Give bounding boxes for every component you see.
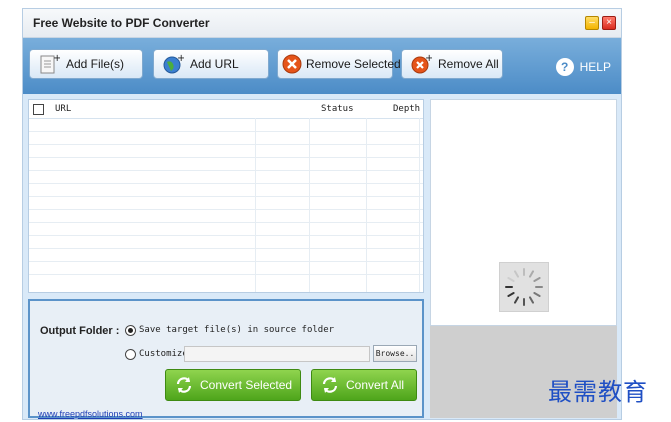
grid-line: [29, 183, 423, 184]
save-in-source-label: Save target file(s) in source folder: [139, 325, 335, 335]
grid-line: [29, 235, 423, 236]
loading-spinner-icon: [499, 262, 549, 312]
browse-button[interactable]: Browse..: [373, 345, 417, 362]
preview-pane: [430, 99, 617, 418]
column-depth[interactable]: Depth: [393, 104, 420, 114]
convert-all-button[interactable]: Convert All: [311, 369, 417, 401]
convert-selected-label: Convert Selected: [200, 378, 293, 392]
title-bar: Free Website to PDF Converter – ×: [23, 9, 621, 38]
grid-divider: [309, 118, 310, 292]
customize-radio[interactable]: [125, 349, 136, 360]
remove-selected-label: Remove Selected: [306, 57, 401, 71]
convert-selected-button[interactable]: Convert Selected: [165, 369, 301, 401]
grid-line: [29, 131, 423, 132]
refresh-arrows-icon: [320, 375, 340, 395]
grid-line: [29, 222, 423, 223]
document-plus-icon: +: [38, 53, 61, 75]
globe-plus-icon: +: [162, 53, 185, 75]
add-url-button[interactable]: + Add URL: [153, 49, 269, 79]
url-list[interactable]: URL Status Depth: [28, 99, 424, 293]
remove-all-label: Remove All: [438, 57, 499, 71]
convert-all-label: Convert All: [346, 378, 405, 392]
grid-divider: [419, 118, 420, 292]
close-button[interactable]: ×: [602, 16, 616, 30]
grid-divider: [366, 118, 367, 292]
custom-folder-input[interactable]: [184, 346, 370, 362]
column-status[interactable]: Status: [321, 104, 354, 114]
grid-line: [29, 248, 423, 249]
minimize-button[interactable]: –: [585, 16, 599, 30]
list-header: URL Status Depth: [29, 100, 423, 119]
grid-line: [29, 261, 423, 262]
customize-label: Customize: [139, 349, 188, 359]
grid-line: [29, 170, 423, 171]
select-all-checkbox[interactable]: [33, 104, 44, 115]
column-url[interactable]: URL: [55, 104, 71, 114]
app-window: Free Website to PDF Converter – × + Add …: [22, 8, 622, 420]
watermark-text: 最需教育: [548, 378, 648, 406]
add-files-button[interactable]: + Add File(s): [29, 49, 143, 79]
red-x-plus-icon: +: [410, 53, 433, 75]
remove-selected-button[interactable]: Remove Selected: [277, 49, 401, 79]
output-folder-label: Output Folder :: [40, 325, 120, 337]
question-circle-icon: ?: [555, 58, 574, 76]
grid-line: [29, 196, 423, 197]
website-link[interactable]: www.freepdfsolutions.com: [38, 409, 143, 419]
grid-line: [29, 274, 423, 275]
window-title: Free Website to PDF Converter: [33, 16, 210, 30]
red-x-icon: [281, 53, 303, 75]
svg-text:+: +: [177, 53, 184, 64]
refresh-arrows-icon: [174, 375, 194, 395]
grid-divider: [255, 118, 256, 292]
toolbar: + Add File(s) + Add URL Remove Selected …: [23, 38, 621, 94]
grid-line: [29, 157, 423, 158]
grid-line: [29, 144, 423, 145]
add-url-label: Add URL: [190, 57, 239, 71]
output-panel: Output Folder : Save target file(s) in s…: [28, 299, 424, 419]
help-label: HELP: [579, 60, 611, 74]
grid-line: [29, 209, 423, 210]
add-files-label: Add File(s): [66, 57, 125, 71]
save-in-source-radio[interactable]: [125, 325, 136, 336]
preview-area: [430, 99, 617, 326]
remove-all-button[interactable]: + Remove All: [401, 49, 503, 79]
svg-text:+: +: [53, 53, 60, 64]
svg-text:+: +: [425, 53, 432, 64]
help-button[interactable]: ? HELP: [555, 58, 611, 76]
